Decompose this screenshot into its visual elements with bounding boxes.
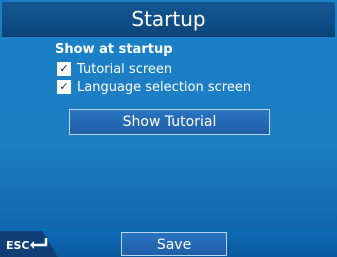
- content-area: Show at startup ✓ Tutorial screen ✓ Lang…: [0, 37, 337, 229]
- tutorial-screen-label: Tutorial screen: [77, 61, 173, 77]
- title-bar: Startup: [2, 2, 335, 37]
- language-selection-checkbox[interactable]: ✓: [57, 80, 71, 94]
- enter-arrow-icon: [28, 237, 50, 251]
- startup-screen: Startup Show at startup ✓ Tutorial scree…: [0, 0, 337, 257]
- save-button[interactable]: Save: [121, 232, 227, 256]
- language-selection-option[interactable]: ✓ Language selection screen: [57, 79, 251, 95]
- show-tutorial-button[interactable]: Show Tutorial: [69, 109, 270, 135]
- page-title: Startup: [131, 7, 206, 31]
- tutorial-checkbox[interactable]: ✓: [57, 62, 71, 76]
- checkmark-icon: ✓: [59, 80, 69, 93]
- tutorial-screen-option[interactable]: ✓ Tutorial screen: [57, 61, 172, 77]
- esc-label: ESC: [6, 239, 30, 252]
- language-selection-label: Language selection screen: [77, 79, 252, 95]
- show-at-startup-label: Show at startup: [55, 42, 173, 57]
- checkmark-icon: ✓: [59, 62, 69, 75]
